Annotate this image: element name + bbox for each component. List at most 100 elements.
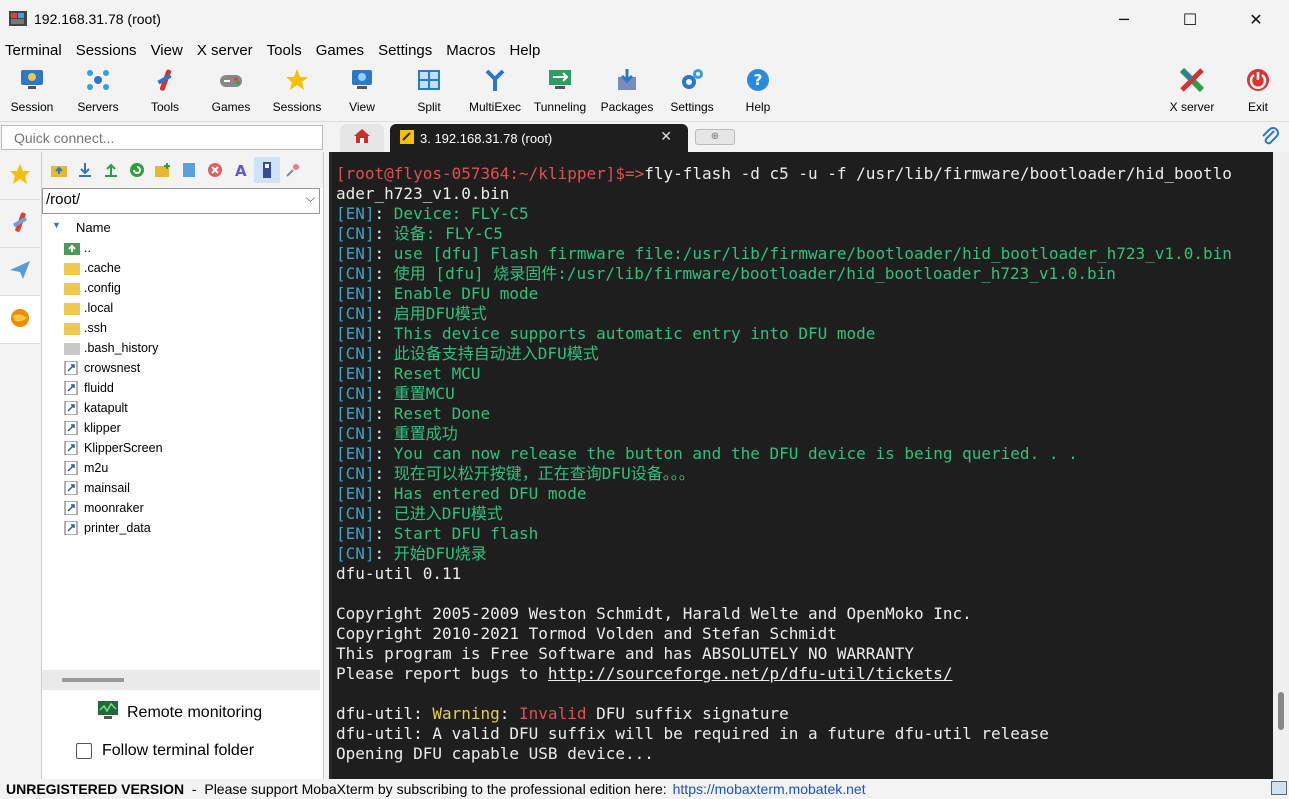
terminal-line: Copyright 2010-2021 Tormod Volden and St… xyxy=(336,624,837,643)
menu-terminal[interactable]: Terminal xyxy=(0,42,71,59)
star-icon xyxy=(283,66,311,94)
menu-help[interactable]: Help xyxy=(504,42,549,59)
close-button[interactable]: ✕ xyxy=(1223,0,1289,38)
list-item[interactable]: .ssh xyxy=(42,318,320,338)
terminal-line: [EN]: Device: FLY-C5 xyxy=(336,204,529,223)
session-tab[interactable]: 3. 192.168.31.78 (root) ✕ xyxy=(390,124,688,152)
tools-side-tab[interactable] xyxy=(0,200,40,248)
bugs-link[interactable]: http://sourceforge.net/p/dfu-util/ticket… xyxy=(548,664,953,683)
file-list-header[interactable]: ▼ Name xyxy=(42,218,320,238)
sessions-side-tab[interactable] xyxy=(0,152,40,200)
minimize-button[interactable]: ─ xyxy=(1091,0,1157,38)
tunneling-button[interactable]: Tunneling xyxy=(530,64,590,118)
view-button[interactable]: View xyxy=(340,64,384,118)
menu-view[interactable]: View xyxy=(146,42,192,59)
menu-xserver[interactable]: X server xyxy=(192,42,262,59)
symlink-icon xyxy=(64,420,80,436)
list-item[interactable]: .config xyxy=(42,278,320,298)
list-item[interactable]: mainsail xyxy=(42,478,320,498)
xserver-button[interactable]: X server xyxy=(1164,64,1220,118)
horizontal-scrollbar[interactable] xyxy=(42,670,320,690)
pin-icon[interactable] xyxy=(280,157,306,183)
star-icon xyxy=(9,163,31,189)
list-item[interactable]: katapult xyxy=(42,398,320,418)
view-icon xyxy=(348,66,376,94)
list-item[interactable]: .bash_history xyxy=(42,338,320,358)
power-icon xyxy=(1244,66,1272,94)
symlink-icon xyxy=(64,440,80,456)
packages-button[interactable]: Packages xyxy=(598,64,656,118)
tools-icon xyxy=(151,66,179,94)
folder-icon xyxy=(64,301,80,315)
menu-bar: Terminal Sessions View X server Tools Ga… xyxy=(0,38,1289,62)
maximize-button[interactable]: ☐ xyxy=(1157,0,1223,38)
remote-monitoring-button[interactable]: Remote monitoring xyxy=(97,700,262,725)
delete-icon[interactable] xyxy=(202,157,228,183)
menu-macros[interactable]: Macros xyxy=(441,42,504,59)
multiexec-button[interactable]: MultiExec xyxy=(466,64,524,118)
exit-button[interactable]: Exit xyxy=(1240,64,1276,118)
refresh-icon[interactable] xyxy=(124,157,150,183)
list-item[interactable]: klipper xyxy=(42,418,320,438)
list-item[interactable]: fluidd xyxy=(42,378,320,398)
quick-connect-input[interactable] xyxy=(1,125,323,150)
monitor-icon xyxy=(18,66,46,94)
sessions-button[interactable]: Sessions xyxy=(270,64,324,118)
paperclip-icon[interactable] xyxy=(1259,125,1281,147)
help-icon: ? xyxy=(744,66,772,94)
list-item[interactable]: KlipperScreen xyxy=(42,438,320,458)
list-item[interactable]: moonraker xyxy=(42,498,320,518)
parent-folder-icon[interactable] xyxy=(46,157,72,183)
symlink-icon xyxy=(64,520,80,536)
tab-close-icon[interactable]: ✕ xyxy=(660,129,672,145)
new-tab-button[interactable]: ⊕ xyxy=(695,129,735,145)
follow-terminal-folder-checkbox[interactable]: Follow terminal folder xyxy=(76,742,254,760)
mobaxterm-link[interactable]: https://mobaxterm.mobatek.net xyxy=(673,781,866,797)
tools-button[interactable]: Tools xyxy=(140,64,190,118)
terminal-line: Please report bugs to http://sourceforge… xyxy=(336,664,953,683)
sftp-side-tab[interactable] xyxy=(0,248,40,296)
servers-button[interactable]: Servers xyxy=(72,64,124,118)
list-item[interactable]: .local xyxy=(42,298,320,318)
menu-games[interactable]: Games xyxy=(311,42,373,59)
games-button[interactable]: Games xyxy=(206,64,256,118)
menu-settings[interactable]: Settings xyxy=(373,42,441,59)
list-item[interactable]: .. xyxy=(42,238,320,258)
settings-button[interactable]: Settings xyxy=(664,64,720,118)
home-tab[interactable] xyxy=(340,124,384,152)
list-item[interactable]: .cache xyxy=(42,258,320,278)
terminal-scrollbar[interactable] xyxy=(1273,152,1289,779)
split-icon xyxy=(415,66,443,94)
session-button[interactable]: Session xyxy=(8,64,56,118)
path-dropdown[interactable]: /root/ ⌵ xyxy=(42,188,320,214)
scrollbar-thumb[interactable] xyxy=(1278,692,1284,730)
help-button[interactable]: ? Help xyxy=(738,64,778,118)
name-column-header: Name xyxy=(76,220,111,235)
file-icon xyxy=(64,341,80,355)
menu-tools[interactable]: Tools xyxy=(262,42,311,59)
menu-sessions[interactable]: Sessions xyxy=(71,42,146,59)
rename-icon[interactable]: A xyxy=(228,157,254,183)
terminal-output[interactable]: [root@flyos-057364:~/klipper]$=>fly-flas… xyxy=(329,152,1273,779)
split-button[interactable]: Split xyxy=(408,64,450,118)
terminal-line: Opening DFU capable USB device... xyxy=(336,744,654,763)
list-item[interactable]: crowsnest xyxy=(42,358,320,378)
list-item[interactable]: printer_data xyxy=(42,518,320,538)
symlink-icon xyxy=(64,480,80,496)
terminal-line: [EN]: This device supports automatic ent… xyxy=(336,324,876,343)
status-message: - Please support MobaXterm by subscribin… xyxy=(184,781,667,797)
new-file-icon[interactable] xyxy=(176,157,202,183)
symlink-icon xyxy=(64,460,80,476)
permissions-icon[interactable] xyxy=(254,157,280,183)
upload-icon[interactable] xyxy=(98,157,124,183)
new-folder-icon[interactable] xyxy=(150,157,176,183)
scrollbar-thumb[interactable] xyxy=(62,678,124,682)
checkbox-box[interactable] xyxy=(76,743,92,759)
folder-icon xyxy=(64,261,80,275)
list-item[interactable]: m2u xyxy=(42,458,320,478)
download-icon[interactable] xyxy=(72,157,98,183)
gamepad-icon xyxy=(217,66,245,94)
macros-side-tab[interactable] xyxy=(0,296,40,344)
